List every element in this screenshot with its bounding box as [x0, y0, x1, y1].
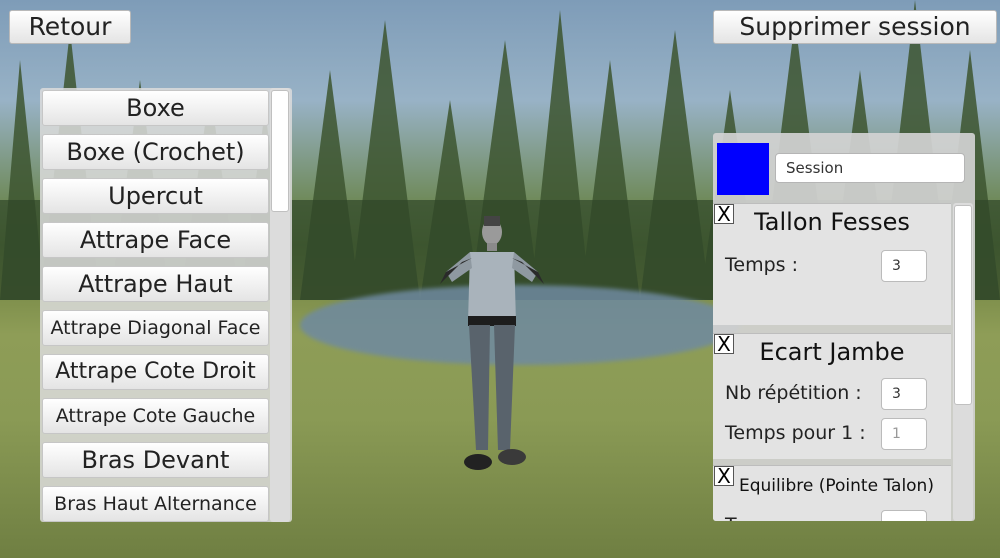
- exercise-button[interactable]: Attrape Diagonal Face: [42, 310, 269, 346]
- session-exercise-card: X Ecart Jambe Nb répétition :3 Temps pour 1…: [713, 333, 951, 459]
- field-input[interactable]: 3: [881, 250, 927, 282]
- session-color-swatch[interactable]: [717, 143, 769, 195]
- exercise-button[interactable]: Attrape Cote Gauche: [42, 398, 269, 434]
- exercise-button[interactable]: Attrape Face: [42, 222, 269, 258]
- back-button[interactable]: Retour: [9, 10, 131, 44]
- avatar-character: [440, 216, 544, 470]
- field-input[interactable]: 3: [881, 378, 927, 410]
- exercise-button[interactable]: Attrape Haut: [42, 266, 269, 302]
- session-panel: Session X Tallon Fesses Temps :3 X Ecart Jam…: [713, 133, 975, 521]
- exercise-button[interactable]: Bras Devant: [42, 442, 269, 478]
- field-label: Temps pour 1 :: [725, 422, 866, 444]
- session-scroll-thumb[interactable]: [954, 205, 972, 405]
- exercise-button[interactable]: Boxe: [42, 90, 269, 126]
- field-label: Temps :: [725, 254, 798, 276]
- session-exercise-card: X Tallon Fesses Temps :3: [713, 203, 951, 325]
- field-input[interactable]: 1: [881, 418, 927, 450]
- remove-exercise-button[interactable]: X: [714, 466, 734, 486]
- field-label: Nb répétition :: [725, 382, 862, 404]
- session-exercise-card: XEquilibre (Pointe Talon) T: [713, 465, 951, 521]
- session-scrollbar[interactable]: [953, 203, 973, 521]
- exercise-title: Ecart Jambe: [759, 338, 905, 366]
- exercise-button[interactable]: Bras Haut Alternance: [42, 486, 269, 522]
- exercise-list-scrollbar[interactable]: [270, 88, 290, 522]
- delete-session-button[interactable]: Supprimer session: [713, 10, 997, 44]
- exercise-list-scroll-thumb[interactable]: [271, 90, 289, 212]
- exercise-title: Tallon Fesses: [754, 208, 910, 236]
- field-input[interactable]: [881, 510, 927, 521]
- exercise-button[interactable]: Attrape Cote Droit: [42, 354, 269, 390]
- exercise-button[interactable]: Upercut: [42, 178, 269, 214]
- field-label: T: [725, 514, 737, 521]
- exercise-title: Equilibre (Pointe Talon): [739, 476, 934, 496]
- exercise-list-panel: Boxe Boxe (Crochet) Upercut Attrape Face Att…: [40, 88, 292, 522]
- session-name-input[interactable]: Session: [775, 153, 965, 183]
- exercise-button[interactable]: Boxe (Crochet): [42, 134, 269, 170]
